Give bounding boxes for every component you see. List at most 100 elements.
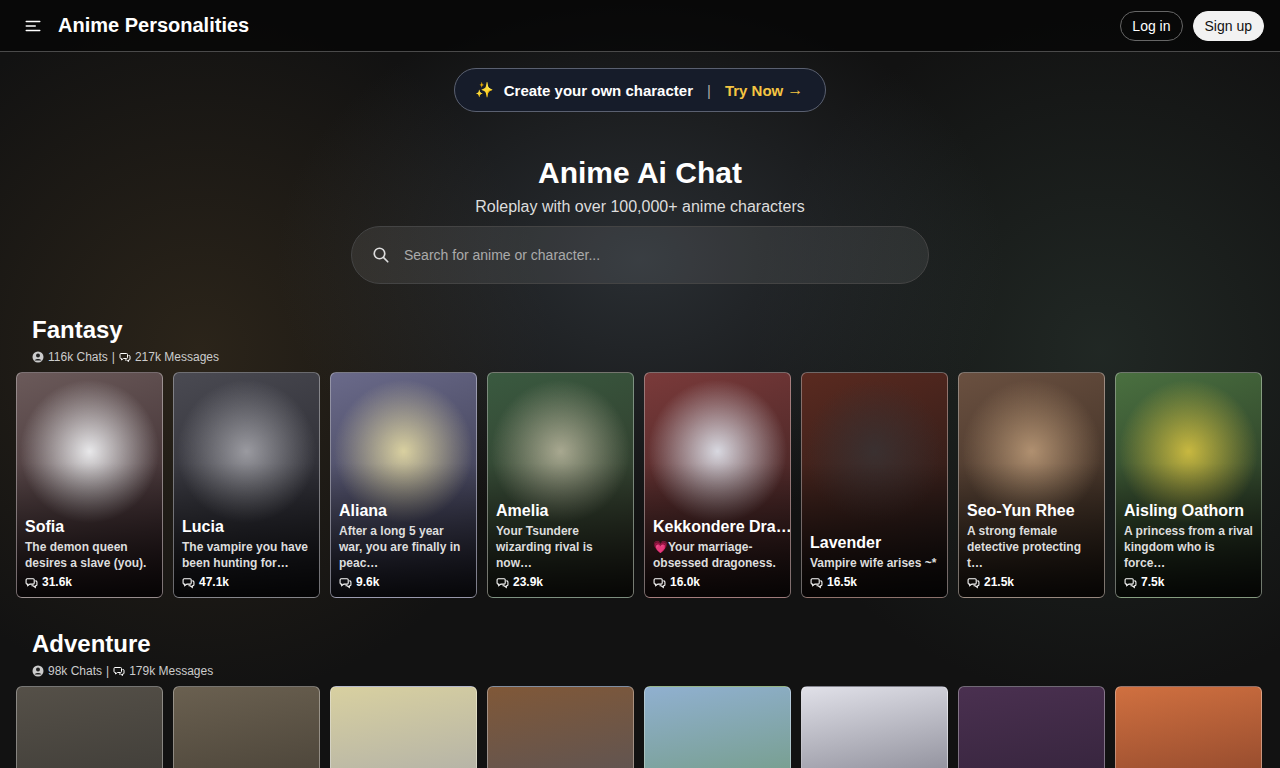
separator: | [106,664,109,678]
chat-icon [119,351,131,363]
hero-title: Anime Ai Chat [538,156,742,190]
chat-count-value: 23.9k [513,575,543,589]
try-now-link[interactable]: Try Now [725,82,783,99]
search-bar[interactable] [351,226,929,284]
card-info: Aliana After a long 5 year war, you are f… [331,502,476,597]
chat-count-value: 16.0k [670,575,700,589]
chat-icon [339,576,352,589]
character-description: After a long 5 year war, you are finally… [339,523,468,571]
character-description: The demon queen desires a slave (you). [25,539,154,571]
character-name[interactable]: Amelia [496,502,625,520]
arrow-icon: → [787,81,803,99]
user-icon [32,351,44,363]
character-card[interactable] [330,686,477,768]
chat-count-value: 47.1k [199,575,229,589]
user-icon [32,665,44,677]
chat-icon [113,665,125,677]
hero-subtitle: Roleplay with over 100,000+ anime charac… [475,198,805,216]
chats-count: 98k Chats [48,664,102,678]
card-info: Amelia Your Tsundere wizarding rival is n… [488,502,633,597]
character-card[interactable]: Seo-Yun Rhee A strong female detective pr… [958,372,1105,598]
chat-count: 31.6k [25,575,154,589]
main-content: ✨ Create your own character | Try Now→ Anime… [0,52,1280,768]
character-list: Sofia The demon queen desires a slave (yo… [16,372,1262,598]
character-card[interactable] [16,686,163,768]
character-card[interactable]: Lucia The vampire you have been hunting f… [173,372,320,598]
separator: | [707,82,711,99]
messages-count: 179k Messages [129,664,213,678]
search-icon [372,246,390,264]
character-description: 💗Your marriage-obsessed dragoness. [653,539,782,571]
chat-count-value: 16.5k [827,575,857,589]
chat-icon [182,576,195,589]
character-name[interactable]: Kekkondere Dra… [653,518,782,536]
character-card[interactable]: Amelia Your Tsundere wizarding rival is n… [487,372,634,598]
menu-icon[interactable] [24,17,42,35]
character-description: Vampire wife arises ~* [810,555,939,571]
banner-text[interactable]: Create your own character [504,82,693,99]
card-info: Seo-Yun Rhee A strong female detective pr… [959,502,1104,597]
card-info: Lavender Vampire wife arises ~* 16.5k [802,534,947,597]
character-card[interactable] [644,686,791,768]
chat-icon [967,576,980,589]
chat-count-value: 21.5k [984,575,1014,589]
character-name[interactable]: Lucia [182,518,311,536]
separator: | [112,350,115,364]
login-button[interactable]: Log in [1120,11,1182,41]
chat-count: 23.9k [496,575,625,589]
card-info: Lucia The vampire you have been hunting f… [174,518,319,597]
card-info: Sofia The demon queen desires a slave (yo… [17,518,162,597]
character-name[interactable]: Seo-Yun Rhee [967,502,1096,520]
chat-count-value: 31.6k [42,575,72,589]
site-title[interactable]: Anime Personalities [58,14,1110,37]
card-shade [802,463,947,597]
category-section: Fantasy 116k Chats | 217k Messages Sofia The … [0,316,1280,598]
character-card[interactable] [173,686,320,768]
chats-count: 116k Chats [48,350,108,364]
messages-count: 217k Messages [135,350,219,364]
section-title[interactable]: Adventure [16,630,1262,658]
chat-icon [810,576,823,589]
chat-icon [1124,576,1137,589]
chat-count-value: 7.5k [1141,575,1164,589]
chat-count: 47.1k [182,575,311,589]
chat-count: 21.5k [967,575,1096,589]
sparkle-icon: ✨ [475,81,494,99]
chat-icon [496,576,509,589]
category-section: Adventure 98k Chats | 179k Messages [0,630,1280,768]
character-card[interactable]: Sofia The demon queen desires a slave (yo… [16,372,163,598]
search-input[interactable] [402,246,908,264]
character-description: Your Tsundere wizarding rival is now… [496,523,625,571]
chat-count: 7.5k [1124,575,1253,589]
character-name[interactable]: Sofia [25,518,154,536]
character-card[interactable]: Aliana After a long 5 year war, you are f… [330,372,477,598]
top-bar: Anime Personalities Log in Sign up [0,0,1280,52]
character-card[interactable]: Aisling Oathorn A princess from a rival k… [1115,372,1262,598]
section-title[interactable]: Fantasy [16,316,1262,344]
section-stats: 98k Chats | 179k Messages [16,664,1262,678]
character-description: A princess from a rival kingdom who is f… [1124,523,1253,571]
create-character-banner[interactable]: ✨ Create your own character | Try Now→ [454,68,827,112]
chat-icon [25,576,38,589]
chat-count-value: 9.6k [356,575,379,589]
chat-icon [653,576,666,589]
character-name[interactable]: Aisling Oathorn [1124,502,1253,520]
card-info: Kekkondere Dra… 💗Your marriage-obsessed d… [645,518,790,597]
chat-count: 16.5k [810,575,939,589]
character-description: A strong female detective protecting t… [967,523,1096,571]
card-info: Aisling Oathorn A princess from a rival k… [1116,502,1261,597]
character-card[interactable] [801,686,948,768]
character-name[interactable]: Aliana [339,502,468,520]
character-card[interactable]: Lavender Vampire wife arises ~* 16.5k [801,372,948,598]
character-card[interactable] [487,686,634,768]
signup-button[interactable]: Sign up [1193,11,1264,41]
character-card[interactable]: Kekkondere Dra… 💗Your marriage-obsessed d… [644,372,791,598]
chat-count: 9.6k [339,575,468,589]
character-description: The vampire you have been hunting for… [182,539,311,571]
chat-count: 16.0k [653,575,782,589]
section-stats: 116k Chats | 217k Messages [16,350,1262,364]
character-card[interactable] [1115,686,1262,768]
character-name[interactable]: Lavender [810,534,939,552]
character-list [16,686,1262,768]
character-card[interactable] [958,686,1105,768]
